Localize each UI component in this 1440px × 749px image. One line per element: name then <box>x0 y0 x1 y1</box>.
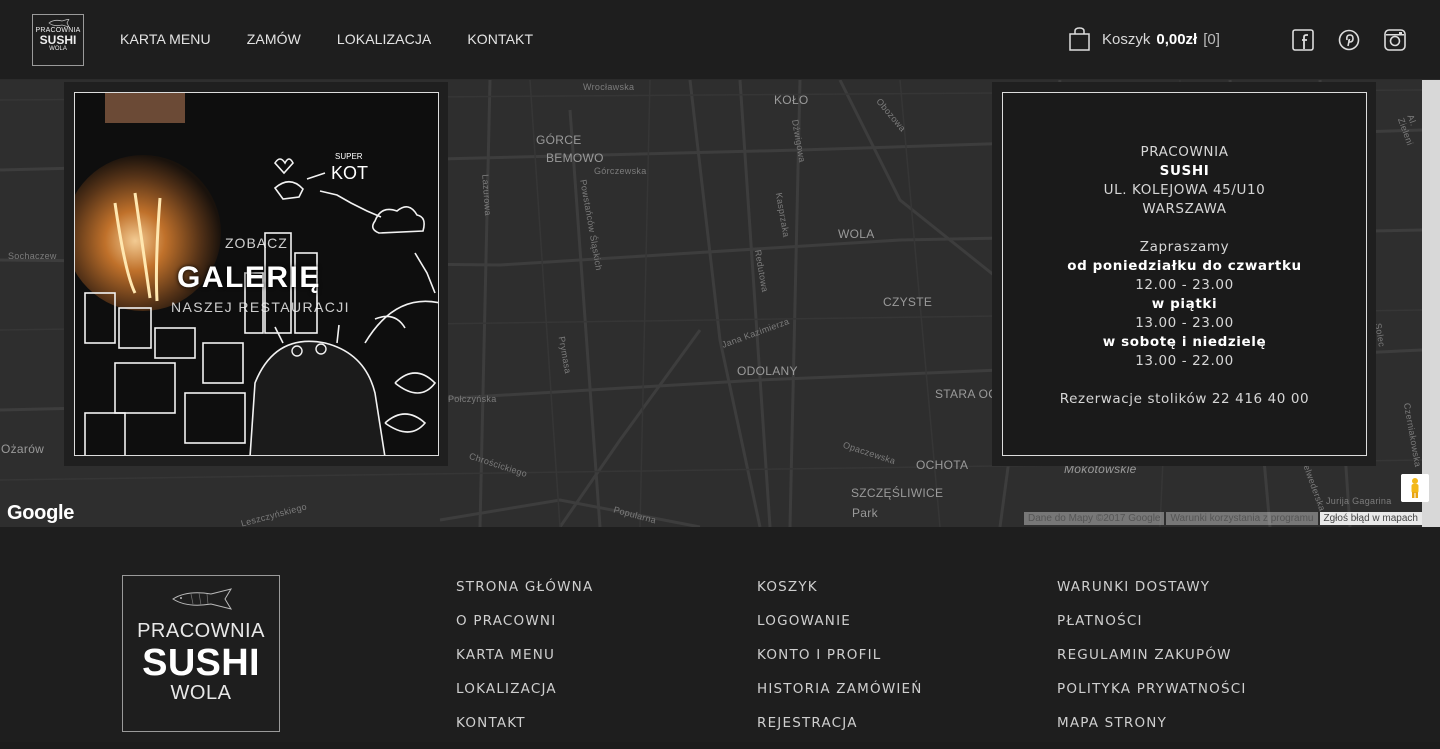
cart-button[interactable]: Koszyk 0,00zł [0] <box>1069 27 1220 51</box>
cart-amount: 0,00zł <box>1156 30 1198 48</box>
info-name-line1: PRACOWNIA <box>1140 144 1229 160</box>
gallery-card[interactable]: SUPER KOT ZOBACZ GALERIĘ NASZEJ RESTAURA… <box>64 82 448 466</box>
gallery-see-label: ZOBACZ <box>225 235 288 251</box>
footer-link-login[interactable]: LOGOWANIE <box>757 613 923 647</box>
map-label: Jurija Gagarina <box>1326 496 1392 506</box>
pegman-icon[interactable] <box>1401 474 1429 502</box>
map-attribution: Dane do Mapy ©2017 Google Warunki korzys… <box>1022 512 1422 525</box>
nav-lokalizacja[interactable]: LOKALIZACJA <box>337 31 431 47</box>
restaurant-info: PRACOWNIA SUSHI UL. KOLEJOWA 45/U10 WARS… <box>1002 92 1367 456</box>
info-days-weekend: w sobotę i niedzielę <box>1102 334 1267 350</box>
footer-column-account: KOSZYK LOGOWANIE KONTO I PROFIL HISTORIA… <box>757 579 923 749</box>
footer-link-home[interactable]: STRONA GŁÓWNA <box>456 579 593 613</box>
map-label: CZYSTE <box>883 295 933 309</box>
map-terms-link[interactable]: Warunki korzystania z programu <box>1166 512 1318 525</box>
shopping-bag-icon <box>1069 27 1090 51</box>
footer-link-sitemap[interactable]: MAPA STRONY <box>1057 715 1247 749</box>
footer-link-register[interactable]: REJESTRACJA <box>757 715 923 749</box>
info-invite: Zapraszamy <box>1139 239 1230 255</box>
info-hours-weekdays: 12.00 - 23.00 <box>1135 277 1234 293</box>
info-hours-friday: 13.00 - 23.00 <box>1135 315 1234 331</box>
map-label: Wrocławska <box>583 82 635 92</box>
site-header: PRACOWNIA SUSHI WOLA KARTA MENU ZAMÓW LO… <box>0 0 1440 80</box>
map-label: ODOLANY <box>737 364 798 378</box>
footer-column-main: STRONA GŁÓWNA O PRACOWNI KARTA MENU LOKA… <box>456 579 593 749</box>
footer-link-terms[interactable]: REGULAMIN ZAKUPÓW <box>1057 647 1247 681</box>
map-label: KOŁO <box>774 93 809 107</box>
footer-logo-line2: SUSHI <box>142 642 260 684</box>
footer-link-delivery[interactable]: WARUNKI DOSTAWY <box>1057 579 1247 613</box>
gallery-title: GALERIĘ <box>177 261 321 294</box>
map-label: Górczewska <box>594 166 647 176</box>
map-label: OCHOTA <box>916 458 969 472</box>
info-address: UL. KOLEJOWA 45/U10 <box>1103 182 1266 198</box>
instagram-icon[interactable] <box>1384 29 1406 51</box>
doodle-kot-text: KOT <box>331 163 368 183</box>
info-reservation: Rezerwacje stolików 22 416 40 00 <box>1059 391 1310 407</box>
fish-icon <box>48 19 70 27</box>
footer-logo-line1: PRACOWNIA <box>137 620 265 642</box>
map-report-error-link[interactable]: Zgłoś błąd w mapach <box>1319 512 1422 525</box>
nav-karta-menu[interactable]: KARTA MENU <box>120 31 211 47</box>
map-label: Połczyńska <box>448 394 497 404</box>
gallery-subtitle: NASZEJ RESTAURACJI <box>171 299 350 315</box>
nav-kontakt[interactable]: KONTAKT <box>467 31 533 47</box>
main-nav: KARTA MENU ZAMÓW LOKALIZACJA KONTAKT <box>120 31 569 47</box>
footer-link-privacy[interactable]: POLITYKA PRYWATNOŚCI <box>1057 681 1247 715</box>
footer-link-cart[interactable]: KOSZYK <box>757 579 923 613</box>
map-label: SZCZĘŚLIWICE <box>851 486 944 500</box>
info-days-weekdays: od poniedziałku do czwartku <box>1067 258 1302 274</box>
map-label: STARA OC <box>935 387 998 401</box>
map-data-credit: Dane do Mapy ©2017 Google <box>1024 512 1165 525</box>
info-days-friday: w piątki <box>1151 296 1218 312</box>
footer-link-contact[interactable]: KONTAKT <box>456 715 593 749</box>
map-label: BEMOWO <box>546 151 604 165</box>
nav-zamow[interactable]: ZAMÓW <box>247 31 301 47</box>
doodle-super-text: SUPER <box>335 152 363 161</box>
info-hours-weekend: 13.00 - 22.00 <box>1135 353 1234 369</box>
map-label: GÓRCE <box>536 133 582 147</box>
cart-count: [0] <box>1203 30 1220 48</box>
site-logo[interactable]: PRACOWNIA SUSHI WOLA <box>32 14 84 66</box>
pinterest-icon[interactable] <box>1338 29 1360 51</box>
logo-line2: SUSHI <box>39 33 77 47</box>
map-label: WOLA <box>838 227 875 241</box>
footer-logo-line3: WOLA <box>170 682 232 704</box>
footer-column-info: WARUNKI DOSTAWY PŁATNOŚCI REGULAMIN ZAKU… <box>1057 579 1247 749</box>
map-label: Sochaczew <box>8 251 57 261</box>
footer-logo[interactable]: PRACOWNIA SUSHI WOLA <box>122 575 280 732</box>
info-city: WARSZAWA <box>1142 201 1227 217</box>
footer-link-payments[interactable]: PŁATNOŚCI <box>1057 613 1247 647</box>
footer-link-menu[interactable]: KARTA MENU <box>456 647 593 681</box>
map-label: Park <box>852 506 878 520</box>
facebook-icon[interactable] <box>1292 29 1314 51</box>
gallery-image: SUPER KOT ZOBACZ GALERIĘ NASZEJ RESTAURA… <box>74 92 439 456</box>
site-footer: PRACOWNIA SUSHI WOLA STRONA GŁÓWNA O PRA… <box>0 527 1440 742</box>
google-logo: Google <box>7 502 75 524</box>
fish-icon <box>172 588 233 610</box>
info-name-line2: SUSHI <box>1159 163 1210 179</box>
footer-link-order-history[interactable]: HISTORIA ZAMÓWIEŃ <box>757 681 923 715</box>
footer-link-location[interactable]: LOKALIZACJA <box>456 681 593 715</box>
footer-link-about[interactable]: O PRACOWNI <box>456 613 593 647</box>
restaurant-info-card: PRACOWNIA SUSHI UL. KOLEJOWA 45/U10 WARS… <box>992 82 1376 466</box>
cart-label: Koszyk <box>1102 30 1151 48</box>
map-scrollbar[interactable] <box>1422 80 1440 527</box>
footer-link-profile[interactable]: KONTO I PROFIL <box>757 647 923 681</box>
map-label: Ożarów <box>1 442 45 456</box>
